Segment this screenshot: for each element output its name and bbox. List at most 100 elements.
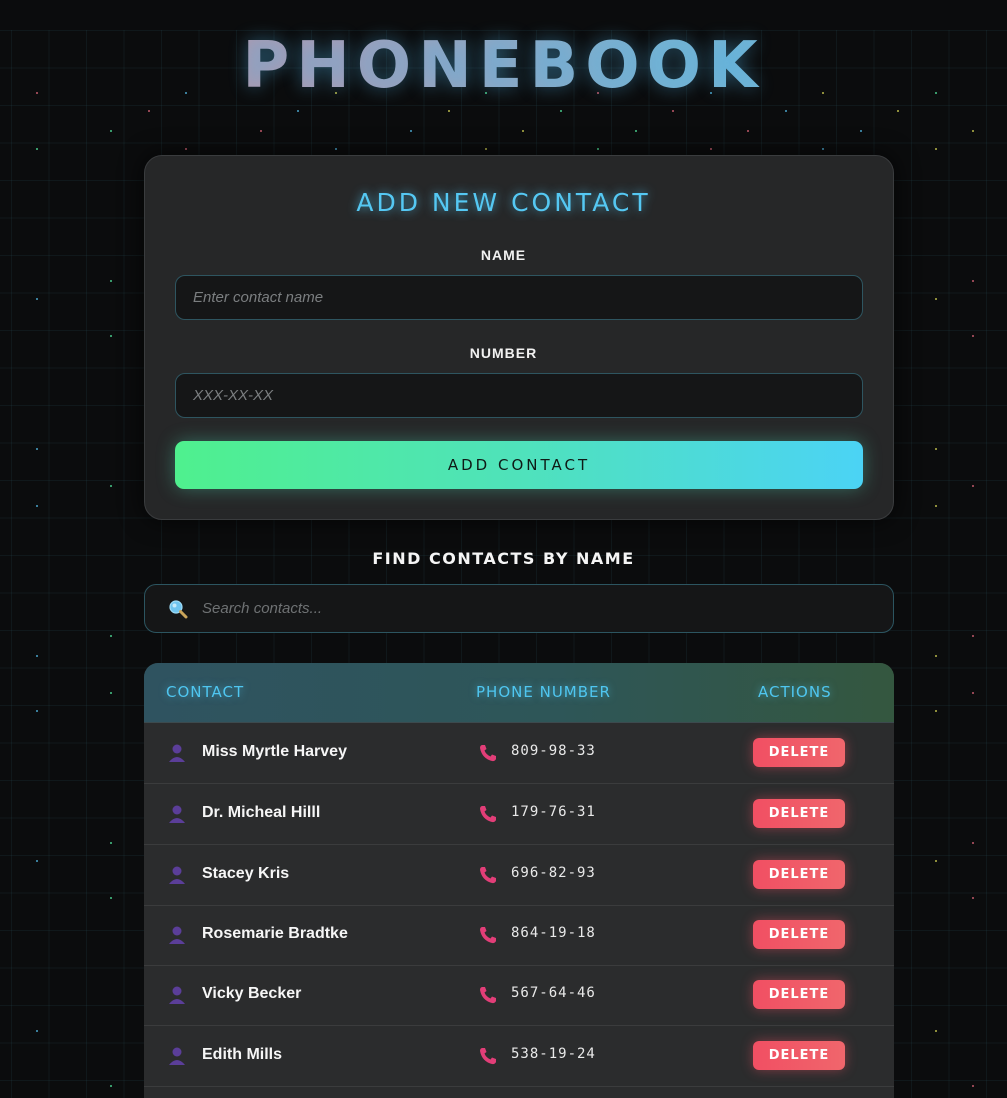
user-icon (169, 986, 185, 1004)
background-dot (36, 1030, 38, 1032)
background-dot (672, 110, 674, 112)
background-dot (972, 280, 974, 282)
table-row: Rosemarie Bradtke 864-19-18 DELETE (144, 905, 894, 966)
background-dot (110, 842, 112, 844)
background-dot (36, 710, 38, 712)
number-label: NUMBER (469, 345, 538, 361)
add-contact-button[interactable]: ADD CONTACT (175, 441, 863, 489)
background-dot (110, 280, 112, 282)
background-dot (935, 148, 937, 150)
background-dot (972, 897, 974, 899)
background-dot (785, 110, 787, 112)
phone-icon (480, 987, 496, 1004)
background-dot (935, 710, 937, 712)
background-dot (972, 842, 974, 844)
background-dot (560, 110, 562, 112)
background-dot (635, 130, 637, 132)
background-dot (185, 148, 187, 150)
background-dot (597, 148, 599, 150)
background-dot (972, 635, 974, 637)
search-input[interactable]: Search contacts... (202, 585, 322, 632)
background-dot (972, 130, 974, 132)
background-dot (110, 635, 112, 637)
phone-icon (480, 745, 496, 762)
background-dot (747, 130, 749, 132)
contacts-table: CONTACT PHONE NUMBER ACTIONS Miss Myrtle… (144, 663, 894, 1098)
background-dot (110, 130, 112, 132)
contact-number: 864-19-18 (511, 925, 596, 941)
background-dot (297, 110, 299, 112)
contact-number: 567-64-46 (511, 985, 596, 1001)
background-dot (935, 505, 937, 507)
background-dot (110, 897, 112, 899)
search-label: FIND CONTACTS BY NAME (372, 549, 635, 568)
background-dot (148, 110, 150, 112)
phone-icon (480, 867, 496, 884)
number-input[interactable]: XXX-XX-XX (175, 373, 863, 418)
delete-button[interactable]: DELETE (753, 799, 845, 828)
table-row: Miss Myrtle Harvey 809-98-33 DELETE (144, 723, 894, 784)
background-dot (485, 148, 487, 150)
column-contact: CONTACT (166, 683, 245, 701)
top-band (0, 0, 1007, 30)
background-dot (110, 485, 112, 487)
delete-button[interactable]: DELETE (753, 738, 845, 767)
contact-number: 809-98-33 (511, 743, 596, 759)
background-dot (935, 860, 937, 862)
background-dot (935, 448, 937, 450)
delete-button[interactable]: DELETE (753, 920, 845, 949)
search-box[interactable]: Search contacts... (144, 584, 894, 633)
background-dot (110, 335, 112, 337)
background-dot (36, 860, 38, 862)
column-phone-number: PHONE NUMBER (476, 683, 611, 701)
delete-button[interactable]: DELETE (753, 1041, 845, 1070)
background-dot (335, 148, 337, 150)
background-dot (36, 505, 38, 507)
background-dot (935, 298, 937, 300)
table-header: CONTACT PHONE NUMBER ACTIONS (144, 663, 894, 723)
background-dot (260, 130, 262, 132)
name-label: NAME (480, 247, 527, 263)
contact-name: Miss Myrtle Harvey (202, 743, 347, 760)
contact-number: 696-82-93 (511, 865, 596, 881)
table-row: Dr. Micheal Hilll 179-76-31 DELETE (144, 784, 894, 845)
contact-name: Rosemarie Bradtke (202, 925, 348, 942)
background-dot (710, 148, 712, 150)
background-dot (972, 485, 974, 487)
user-icon (169, 926, 185, 944)
background-dot (36, 148, 38, 150)
table-row: Edith Mills 538-19-24 DELETE (144, 1026, 894, 1087)
background-dot (36, 298, 38, 300)
background-dot (972, 1085, 974, 1087)
background-dot (935, 655, 937, 657)
background-dot (36, 655, 38, 657)
background-dot (110, 1085, 112, 1087)
background-dot (972, 335, 974, 337)
contact-name: Vicky Becker (202, 985, 302, 1002)
user-icon (169, 1047, 185, 1065)
contact-number: 179-76-31 (511, 804, 596, 820)
contact-name: Dr. Micheal Hilll (202, 804, 321, 821)
phone-icon (480, 927, 496, 944)
user-icon (169, 866, 185, 884)
delete-button[interactable]: DELETE (753, 860, 845, 889)
add-contact-heading: ADD NEW CONTACT (356, 188, 651, 217)
delete-button[interactable]: DELETE (753, 980, 845, 1009)
contact-name: Edith Mills (202, 1046, 282, 1063)
user-icon (169, 744, 185, 762)
contact-number: 538-19-24 (511, 1046, 596, 1062)
background-dot (860, 130, 862, 132)
phone-icon (480, 806, 496, 823)
background-dot (448, 110, 450, 112)
table-row: Vicky Becker 567-64-46 DELETE (144, 965, 894, 1026)
background-dot (935, 1030, 937, 1032)
name-input[interactable]: Enter contact name (175, 275, 863, 320)
background-dot (522, 130, 524, 132)
background-dot (410, 130, 412, 132)
table-row: Stacey Kris 696-82-93 DELETE (144, 845, 894, 906)
app-title: PHONEBOOK (0, 30, 1007, 102)
contact-name: Stacey Kris (202, 865, 290, 882)
column-actions: ACTIONS (758, 683, 832, 701)
background-dot (897, 110, 899, 112)
phone-icon (480, 1048, 496, 1065)
